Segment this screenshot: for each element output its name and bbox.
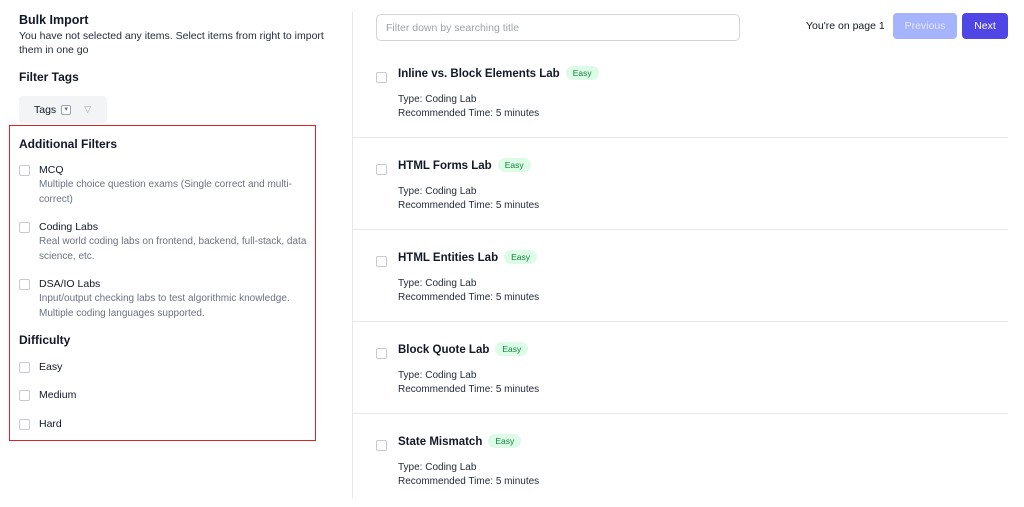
item-recommended-time: Recommended Time: 5 minutes xyxy=(398,384,540,395)
selection-status-text: You have not selected any items. Select … xyxy=(19,30,324,56)
item-type: Type: Coding Lab xyxy=(398,94,477,105)
difficulty-option-medium[interactable]: Medium xyxy=(19,389,76,402)
filter-option-coding-labs[interactable]: Coding Labs Real world coding labs on fr… xyxy=(19,221,314,264)
divider xyxy=(353,413,1008,414)
difficulty-heading: Difficulty xyxy=(19,333,71,347)
difficulty-badge: Easy xyxy=(565,66,599,80)
item-type: Type: Coding Lab xyxy=(398,186,477,197)
item-recommended-time: Recommended Time: 5 minutes xyxy=(398,108,540,119)
checkbox[interactable] xyxy=(19,390,30,401)
difficulty-option-label: Easy xyxy=(39,361,63,373)
page-indicator: You're on page 1 xyxy=(806,20,885,32)
difficulty-option-label: Hard xyxy=(39,418,62,430)
checkbox[interactable] xyxy=(376,72,387,83)
item-title: Inline vs. Block Elements Lab xyxy=(398,68,560,80)
checkbox[interactable] xyxy=(19,165,30,176)
divider xyxy=(353,137,1008,138)
item-recommended-time: Recommended Time: 5 minutes xyxy=(398,200,540,211)
item-type: Type: Coding Lab xyxy=(398,278,477,289)
filter-tags-heading: Filter Tags xyxy=(19,70,79,84)
item-recommended-time: Recommended Time: 5 minutes xyxy=(398,292,540,303)
filter-option-mcq[interactable]: MCQ Multiple choice question exams (Sing… xyxy=(19,164,314,207)
item-title: HTML Forms Lab xyxy=(398,160,492,172)
filter-option-description: Input/output checking labs to test algor… xyxy=(39,293,290,319)
item-type: Type: Coding Lab xyxy=(398,370,477,381)
additional-filters-heading: Additional Filters xyxy=(19,137,118,151)
next-button[interactable]: Next xyxy=(962,13,1008,39)
previous-button[interactable]: Previous xyxy=(893,13,957,39)
item-title: State Mismatch xyxy=(398,436,483,448)
item-type: Type: Coding Lab xyxy=(398,462,477,473)
divider xyxy=(353,321,1008,322)
difficulty-badge: Easy xyxy=(495,342,529,356)
item-title: Block Quote Lab xyxy=(398,344,490,356)
difficulty-option-label: Medium xyxy=(39,389,77,401)
filter-option-description: Real world coding labs on frontend, back… xyxy=(39,236,307,262)
difficulty-badge: Easy xyxy=(488,434,522,448)
filter-option-description: Multiple choice question exams (Single c… xyxy=(39,179,292,205)
checkbox[interactable] xyxy=(376,440,387,451)
bulk-import-sidebar: Bulk Import You have not selected any it… xyxy=(0,0,352,507)
difficulty-badge: Easy xyxy=(504,250,538,264)
search-input[interactable] xyxy=(376,14,740,41)
filter-option-dsa-io-labs[interactable]: DSA/IO Labs Input/output checking labs t… xyxy=(19,278,314,321)
checkbox[interactable] xyxy=(376,256,387,267)
checkbox[interactable] xyxy=(19,222,30,233)
item-title: HTML Entities Lab xyxy=(398,252,499,264)
filter-option-label: MCQ xyxy=(39,164,64,176)
filter-option-label: DSA/IO Labs xyxy=(39,278,101,290)
difficulty-badge: Easy xyxy=(497,158,531,172)
difficulty-option-hard[interactable]: Hard xyxy=(19,418,62,431)
checkbox[interactable] xyxy=(376,164,387,175)
filter-icon[interactable]: ▽ xyxy=(84,104,91,115)
divider xyxy=(353,229,1008,230)
tags-select-label: Tags xyxy=(34,103,57,116)
checkbox[interactable] xyxy=(376,348,387,359)
panel-divider xyxy=(352,12,353,498)
sidebar-title: Bulk Import xyxy=(19,13,89,27)
chevron-down-icon: ▾ xyxy=(61,104,72,115)
tags-select[interactable]: Tags ▾ ▽ xyxy=(19,96,107,123)
filter-option-label: Coding Labs xyxy=(39,221,98,233)
checkbox[interactable] xyxy=(19,419,30,430)
checkbox[interactable] xyxy=(19,279,30,290)
checkbox[interactable] xyxy=(19,362,30,373)
item-recommended-time: Recommended Time: 5 minutes xyxy=(398,476,540,487)
difficulty-option-easy[interactable]: Easy xyxy=(19,361,62,374)
